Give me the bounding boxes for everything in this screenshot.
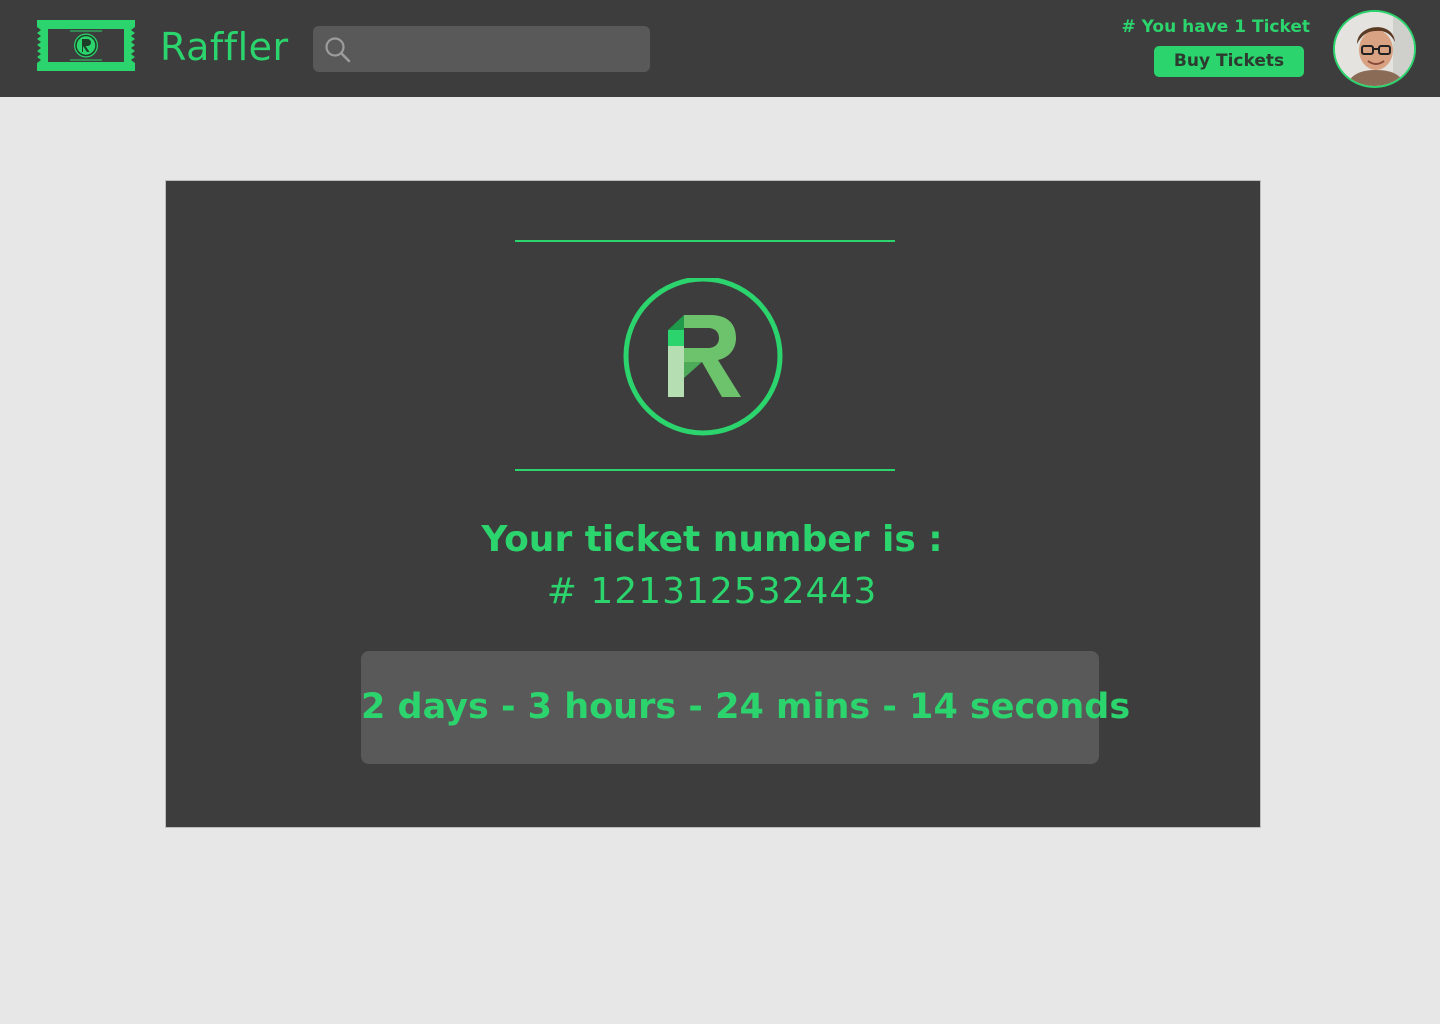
- buy-tickets-button[interactable]: Buy Tickets: [1154, 46, 1304, 77]
- ticket-logo-icon[interactable]: [32, 17, 140, 74]
- top-navigation-bar: Raffler # You have 1 Ticket Buy Tickets: [0, 0, 1440, 97]
- raffler-emblem-icon: [623, 278, 783, 436]
- ticket-number-value: # 121312532443: [546, 571, 878, 612]
- search-bar[interactable]: [313, 26, 650, 72]
- ticket-card: Your ticket number is : # 121312532443 2…: [165, 180, 1261, 828]
- user-avatar[interactable]: [1333, 10, 1416, 88]
- search-input[interactable]: [361, 26, 641, 72]
- draw-countdown-timer: 2 days - 3 hours - 24 mins - 14 seconds: [361, 651, 1130, 764]
- ticket-number-label: Your ticket number is :: [481, 519, 943, 560]
- divider-bottom: [515, 469, 895, 471]
- user-avatar-portrait: [1335, 12, 1414, 86]
- brand-name[interactable]: Raffler: [160, 24, 289, 70]
- divider-top: [515, 240, 895, 242]
- tickets-owned-count: # You have 1 Ticket: [1121, 17, 1310, 37]
- search-icon[interactable]: [323, 35, 353, 65]
